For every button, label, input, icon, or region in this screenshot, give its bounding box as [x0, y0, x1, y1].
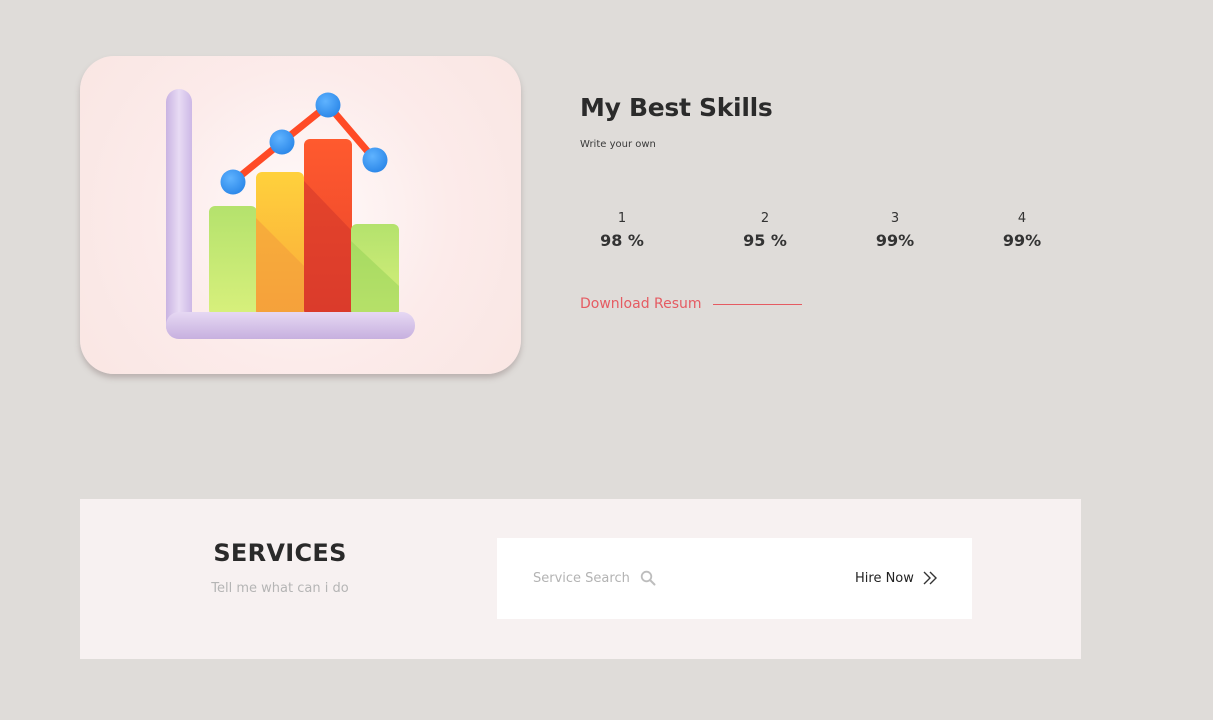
bar-chart-icon	[166, 89, 415, 339]
services-section: SERVICES Tell me what can i do Hire Now	[80, 499, 1081, 659]
services-title: SERVICES	[213, 539, 347, 567]
download-underline-divider	[713, 304, 802, 305]
hire-now-label: Hire Now	[855, 570, 914, 586]
skill-stat-number: 1	[617, 211, 627, 226]
skill-stat-number: 3	[890, 211, 900, 226]
skill-stat: 3 99%	[855, 211, 935, 250]
double-chevron-right-icon	[923, 571, 937, 585]
skill-stat: 1 98 %	[582, 211, 662, 250]
skill-stat: 4 99%	[982, 211, 1062, 250]
download-resume-link[interactable]: Download Resum	[580, 296, 702, 312]
skill-stat-value: 99%	[875, 231, 915, 250]
hire-now-button[interactable]: Hire Now	[855, 569, 939, 587]
skill-stat-value: 98 %	[600, 231, 644, 250]
skill-stat: 2 95 %	[725, 211, 805, 250]
search-icon[interactable]	[640, 570, 656, 590]
skills-title: My Best Skills	[580, 93, 773, 122]
skill-stat-number: 2	[760, 211, 770, 226]
skills-subtitle: Write your own	[580, 139, 656, 150]
service-search-input[interactable]	[533, 568, 643, 588]
services-subtitle: Tell me what can i do	[211, 581, 349, 596]
skill-stat-value: 99%	[1002, 231, 1042, 250]
illustration-card	[80, 56, 521, 374]
skill-stat-value: 95 %	[743, 231, 787, 250]
service-search-bar: Hire Now	[497, 538, 972, 619]
skill-stat-number: 4	[1017, 211, 1027, 226]
